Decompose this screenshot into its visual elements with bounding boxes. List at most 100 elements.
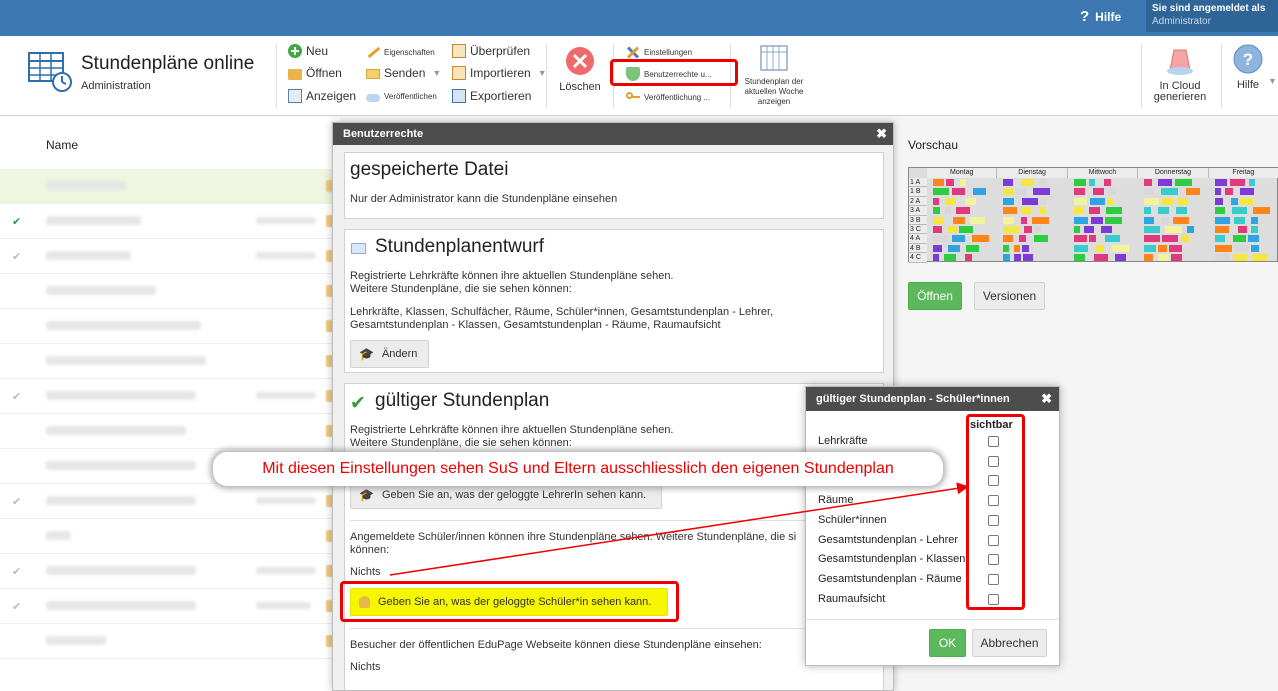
preview-lesson-block	[1073, 254, 1085, 262]
list-item[interactable]	[0, 624, 340, 659]
list-item[interactable]: ✔	[0, 484, 340, 519]
subdialog-cancel-button[interactable]: Abbrechen	[972, 629, 1047, 657]
envelope-icon	[366, 69, 380, 79]
preview-lesson-block	[1023, 254, 1034, 262]
cloud-generate-button[interactable]: In Cloud generieren	[1148, 44, 1212, 103]
export-label: Exportieren	[470, 89, 532, 103]
list-item-name-redacted	[46, 461, 196, 470]
preview-class-label: 1 A	[909, 178, 927, 188]
preview-lesson-block	[1214, 244, 1232, 252]
preview-lesson-block	[1231, 207, 1247, 215]
list-item-meta-redacted	[256, 217, 316, 224]
send-button[interactable]: Senden ▼	[366, 66, 441, 80]
preview-lesson-block	[952, 235, 965, 243]
show-label: Anzeigen	[306, 89, 357, 103]
open-button[interactable]: Öffnen	[288, 66, 342, 80]
preview-lesson-block	[945, 197, 956, 205]
publish-label: Veröffentlichen	[384, 92, 437, 101]
preview-lesson-block	[1088, 179, 1095, 186]
draft-text3: Lehrkräfte, Klassen, Schulfächer, Räume,…	[350, 306, 774, 318]
preview-lesson-block	[1214, 179, 1227, 186]
preview-lesson-block	[959, 226, 973, 233]
preview-lesson-block	[973, 188, 986, 196]
preview-lesson-block	[1144, 207, 1152, 215]
preview-lesson-block	[1173, 216, 1190, 224]
check-table-icon	[452, 44, 466, 58]
preview-lesson-block	[1248, 179, 1255, 186]
current-week-button[interactable]: Stundenplan der aktuellen Woche anzeigen	[738, 44, 810, 107]
preview-lesson-block	[1073, 216, 1088, 224]
preview-lesson-block	[1144, 188, 1154, 196]
help-question-icon: ?	[1080, 8, 1090, 25]
list-item[interactable]	[0, 414, 340, 449]
preview-lesson-block	[972, 235, 989, 243]
preview-lesson-block	[933, 207, 940, 215]
preview-lesson-block	[933, 226, 942, 233]
list-item[interactable]	[0, 274, 340, 309]
preview-lesson-block	[1022, 244, 1030, 252]
section-draft: Stundenplanentwurf Registrierte Lehrkräf…	[344, 229, 884, 373]
list-item-check-icon: ✔	[12, 601, 22, 613]
preview-lesson-block	[946, 179, 954, 186]
list-item[interactable]: ✔	[0, 204, 340, 239]
delete-button[interactable]: Löschen	[555, 46, 605, 93]
preview-open-button[interactable]: Öffnen	[908, 282, 962, 310]
settings-button[interactable]: Einstellungen	[626, 45, 692, 59]
preview-class-label: 4 B	[909, 243, 927, 254]
list-item[interactable]: ✔	[0, 554, 340, 589]
export-icon	[452, 89, 466, 103]
list-item[interactable]	[0, 169, 340, 204]
list-item-name-redacted	[46, 216, 141, 225]
login-user: Administrator	[1152, 16, 1211, 27]
list-item[interactable]: ✔	[0, 239, 340, 274]
list-item-check-icon: ✔	[12, 216, 22, 228]
dialog-title: Benutzerrechte	[343, 128, 424, 140]
preview-lesson-block	[1214, 207, 1225, 215]
preview-class-label: 4 A	[909, 234, 927, 244]
login-info[interactable]: Sie sind angemeldet als Administrator	[1146, 0, 1278, 32]
publication-button[interactable]: Veröffentlichung ...	[626, 90, 710, 104]
export-button[interactable]: Exportieren	[452, 89, 531, 103]
draft-change-button[interactable]: 🎓 Ändern	[350, 340, 429, 368]
list-item[interactable]	[0, 519, 340, 554]
list-item[interactable]: ✔	[0, 589, 340, 624]
list-item[interactable]: ✔	[0, 379, 340, 414]
list-item[interactable]	[0, 309, 340, 344]
subdialog-ok-button[interactable]: OK	[929, 629, 966, 657]
visitors-text: Besucher der öffentlichen EduPage Websei…	[350, 639, 762, 651]
preview-lesson-block	[965, 254, 972, 262]
divider	[350, 520, 880, 521]
new-button[interactable]: Neu	[288, 44, 328, 58]
list-item-name-redacted	[46, 181, 126, 190]
versions-button[interactable]: Versionen	[974, 282, 1045, 310]
preview-day-4: Freitag	[1208, 168, 1278, 178]
list-header-name: Name	[46, 138, 79, 152]
import-button[interactable]: Importieren ▼	[452, 66, 547, 80]
check-button[interactable]: Überprüfen	[452, 44, 530, 58]
subdialog-footer-divider	[806, 619, 1059, 620]
preview-lesson-block	[1234, 244, 1249, 252]
preview-lesson-block	[1003, 188, 1015, 196]
preview-lesson-block	[1100, 226, 1112, 233]
visibility-item-label: Räume	[818, 494, 854, 507]
list-item[interactable]	[0, 344, 340, 379]
preview-lesson-block	[1014, 244, 1021, 252]
preview-lesson-block	[1093, 254, 1108, 262]
preview-lesson-block	[1176, 207, 1188, 215]
ribbon-help-button[interactable]: ? Hilfe	[1228, 44, 1268, 91]
properties-label: Eigenschaften	[384, 47, 435, 57]
preview-lesson-block	[1034, 235, 1049, 243]
subdialog-close-icon[interactable]: ✖	[1041, 391, 1052, 407]
top-help-link[interactable]: ? Hilfe	[1080, 8, 1121, 25]
preview-lesson-block	[1107, 188, 1116, 196]
highlight-student-button	[340, 581, 679, 622]
visibility-item-label: Gesamtstundenplan - Klassen	[818, 553, 966, 566]
publish-button[interactable]: Veröffentlichen	[366, 91, 437, 102]
settings-label: Einstellungen	[644, 47, 693, 57]
preview-grid: Montag Dienstag Mittwoch Donnerstag Freitag …	[908, 167, 1278, 263]
dialog-close-icon[interactable]: ✖	[876, 126, 887, 142]
help-caret-icon[interactable]: ▼	[1268, 76, 1277, 86]
show-button[interactable]: Anzeigen	[288, 89, 356, 103]
properties-button[interactable]: Eigenschaften	[366, 45, 435, 59]
divider	[350, 628, 880, 629]
